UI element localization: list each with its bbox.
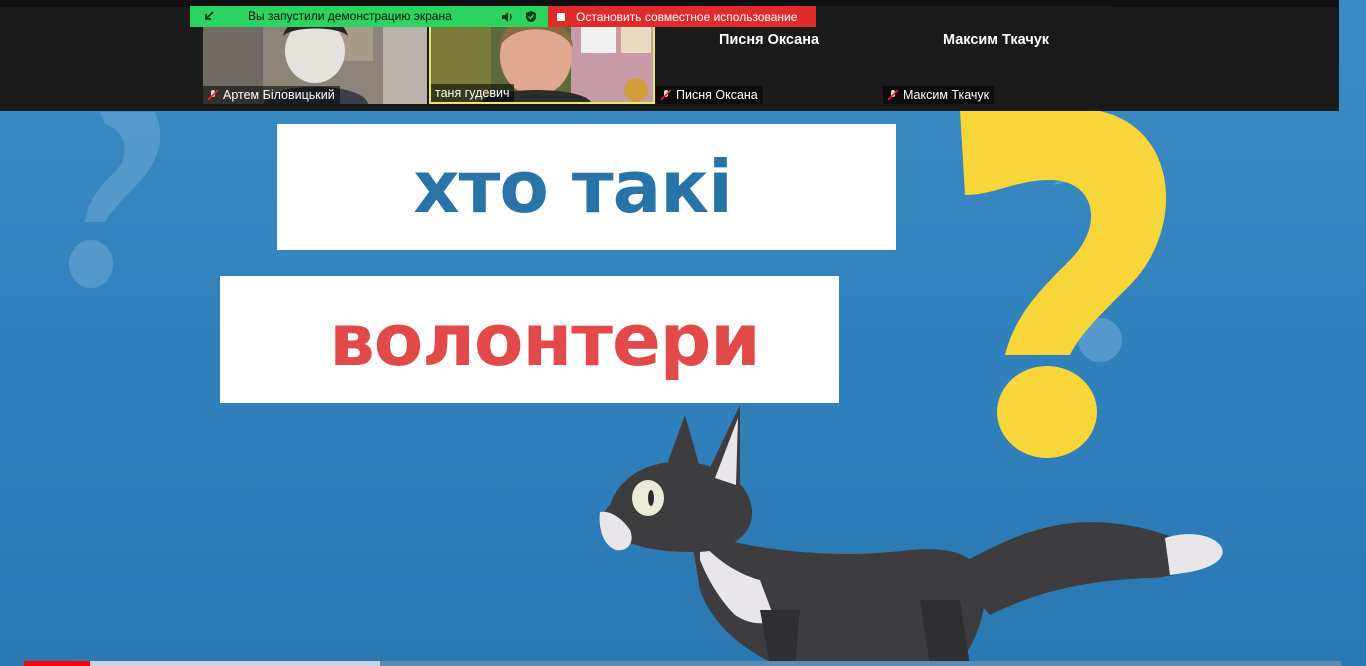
muted-mic-icon — [207, 89, 219, 101]
participant-name-large: Писня Оксана — [718, 32, 820, 48]
participant-name: Максим Ткачук — [903, 88, 990, 102]
stop-share-text: Остановить совместное использование — [576, 9, 798, 24]
video-progress-buffered — [90, 661, 380, 666]
participant-name-large: Максим Ткачук — [942, 32, 1050, 48]
stop-share-button[interactable]: Остановить совместное использование — [548, 6, 816, 27]
participant-name: таня гудевич — [435, 86, 510, 100]
participant-strip: Артем Біловицький таня гудевич Писня Окс… — [0, 0, 1339, 111]
cat-illustration — [599, 405, 1223, 666]
participant-name-label: таня гудевич — [431, 84, 515, 102]
muted-mic-icon — [660, 89, 672, 101]
participant-name-label: Писня Оксана — [656, 86, 763, 104]
faint-question-mark-left — [69, 112, 161, 288]
participant-name-label: Артем Біловицький — [203, 86, 340, 104]
slide-title-line2: волонтери — [329, 297, 761, 382]
video-progress-played[interactable] — [24, 661, 90, 666]
participant-name: Писня Оксана — [676, 88, 758, 102]
share-arrow-icon[interactable] — [203, 10, 215, 22]
participant-tile[interactable]: Максим Ткачук Максим Ткачук — [883, 6, 1109, 104]
screen-share-status-bar: Вы запустили демонстрацию экрана — [190, 6, 548, 27]
stop-icon — [557, 12, 565, 21]
security-shield-icon[interactable] — [525, 10, 537, 23]
slide-card-top: хто такі — [277, 124, 896, 250]
slide-title-line1: хто такі — [413, 145, 733, 229]
participant-name: Артем Біловицький — [223, 88, 335, 102]
participant-name-label: Максим Ткачук — [883, 86, 995, 104]
share-status-text: Вы запустили демонстрацию экрана — [248, 9, 452, 23]
speaker-icon[interactable] — [501, 11, 514, 23]
slide-card-bottom: волонтери — [220, 276, 839, 403]
muted-mic-icon — [887, 89, 899, 101]
